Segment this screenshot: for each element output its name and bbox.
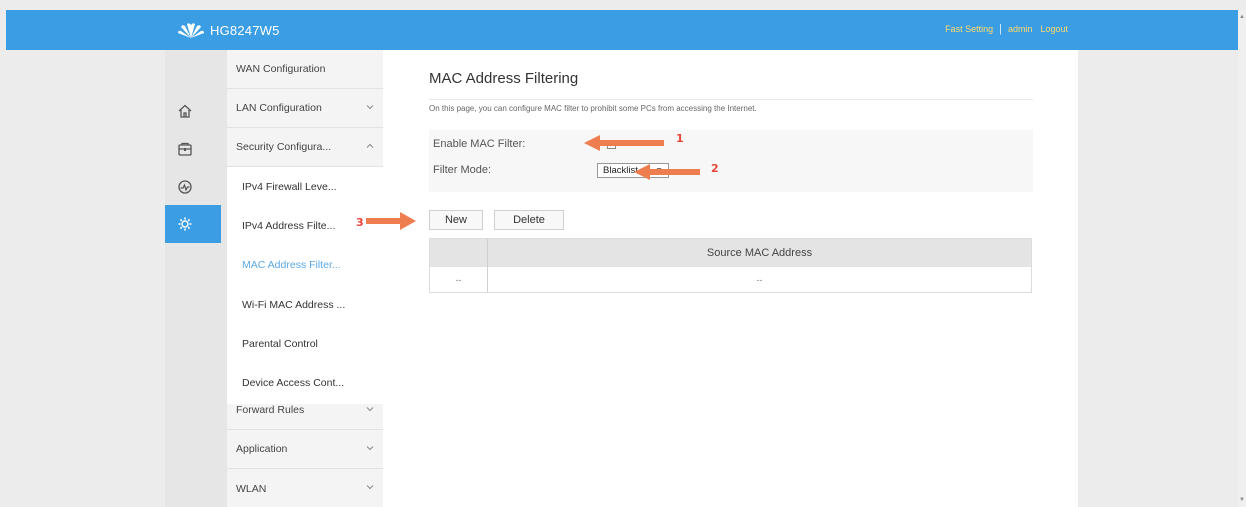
menu-item-label: Security Configura... (236, 141, 332, 153)
home-icon (178, 104, 192, 118)
dropdown-caret-icon: ▼ (655, 166, 663, 175)
scrollbar[interactable]: ▲ ▼ (1238, 10, 1246, 507)
filter-mode-select[interactable]: Blacklist ▼ (597, 163, 669, 178)
title-divider (429, 99, 1033, 100)
page-description: On this page, you can configure MAC filt… (429, 104, 757, 113)
menu-item-label: LAN Configuration (236, 102, 322, 114)
chevron-down-icon (366, 105, 374, 110)
security-box-icon (178, 142, 192, 156)
page: HG8247W5 Fast Setting | admin Logout ▲ ▼ (0, 0, 1246, 507)
scroll-up-icon[interactable]: ▲ (1239, 14, 1245, 20)
menu-item-wlan[interactable]: WLAN (227, 469, 383, 507)
category-icon-bar (165, 50, 227, 507)
mac-address-table: Source MAC Address -- -- (429, 238, 1032, 293)
top-bar: HG8247W5 Fast Setting | admin Logout (6, 10, 1238, 50)
submenu-item-parental-control[interactable]: Parental Control (227, 324, 383, 364)
menu-item-label: Application (236, 443, 288, 455)
submenu-item-mac-address-filter[interactable]: MAC Address Filter... (227, 245, 383, 285)
diagnose-button[interactable] (165, 168, 227, 206)
diagnose-icon (178, 180, 192, 194)
main-content: MAC Address Filtering On this page, you … (383, 50, 1078, 507)
page-title: MAC Address Filtering (429, 70, 579, 87)
menu-item-forward-rules[interactable]: Forward Rules (227, 391, 383, 430)
security-submenu: IPv4 Firewall Leve... IPv4 Address Filte… (227, 167, 383, 404)
huawei-logo-icon (178, 23, 204, 38)
chevron-down-icon (366, 485, 374, 490)
brand-name: HG8247W5 (210, 22, 280, 38)
enable-mac-filter-checkbox[interactable]: ✓ (607, 140, 616, 149)
menu-item-lan[interactable]: LAN Configuration (227, 89, 383, 128)
scroll-down-icon[interactable]: ▼ (1239, 497, 1245, 503)
delete-button[interactable]: Delete (494, 210, 564, 230)
table-cell-mac: -- (756, 275, 763, 285)
table-header: Source MAC Address (430, 239, 1031, 267)
home-button[interactable] (165, 92, 227, 130)
menu-item-label: Forward Rules (236, 404, 305, 416)
logo: HG8247W5 (176, 20, 280, 40)
chevron-up-icon (366, 143, 374, 148)
enable-mac-filter-label: Enable MAC Filter: (433, 138, 526, 150)
link-separator: | (999, 23, 1002, 35)
filter-settings-form: Enable MAC Filter: ✓ Filter Mode: Blackl… (429, 130, 1033, 192)
annotation-number-3: 3 (356, 216, 364, 229)
side-menu: WAN Configuration LAN Configuration Secu… (227, 50, 383, 507)
submenu-item-ipv4-firewall[interactable]: IPv4 Firewall Leve... (227, 167, 383, 207)
table-cell-select: -- (455, 275, 462, 285)
menu-item-wan[interactable]: WAN Configuration (227, 50, 383, 89)
annotation-number-2: 2 (711, 162, 719, 175)
submenu-item-wifi-mac-address[interactable]: Wi-Fi MAC Address ... (227, 285, 383, 325)
filter-mode-value: Blacklist (603, 165, 638, 176)
chevron-down-icon (366, 407, 374, 412)
menu-item-label: WAN Configuration (236, 63, 326, 75)
advanced-settings-button[interactable] (165, 205, 221, 243)
settings-icon (178, 217, 192, 231)
menu-item-application[interactable]: Application (227, 430, 383, 469)
annotation-number-1: 1 (676, 132, 684, 145)
admin-link[interactable]: admin (1008, 24, 1033, 34)
fast-setting-link[interactable]: Fast Setting (945, 24, 993, 34)
filter-mode-label: Filter Mode: (433, 164, 492, 176)
top-links: Fast Setting | admin Logout (945, 23, 1068, 35)
logout-link[interactable]: Logout (1040, 24, 1068, 34)
menu-item-security[interactable]: Security Configura... (227, 128, 383, 167)
new-button[interactable]: New (429, 210, 483, 230)
menu-item-label: WLAN (236, 482, 267, 495)
column-header-source-mac: Source MAC Address (706, 247, 813, 259)
security-box-button[interactable] (165, 130, 227, 168)
chevron-down-icon (366, 446, 374, 451)
